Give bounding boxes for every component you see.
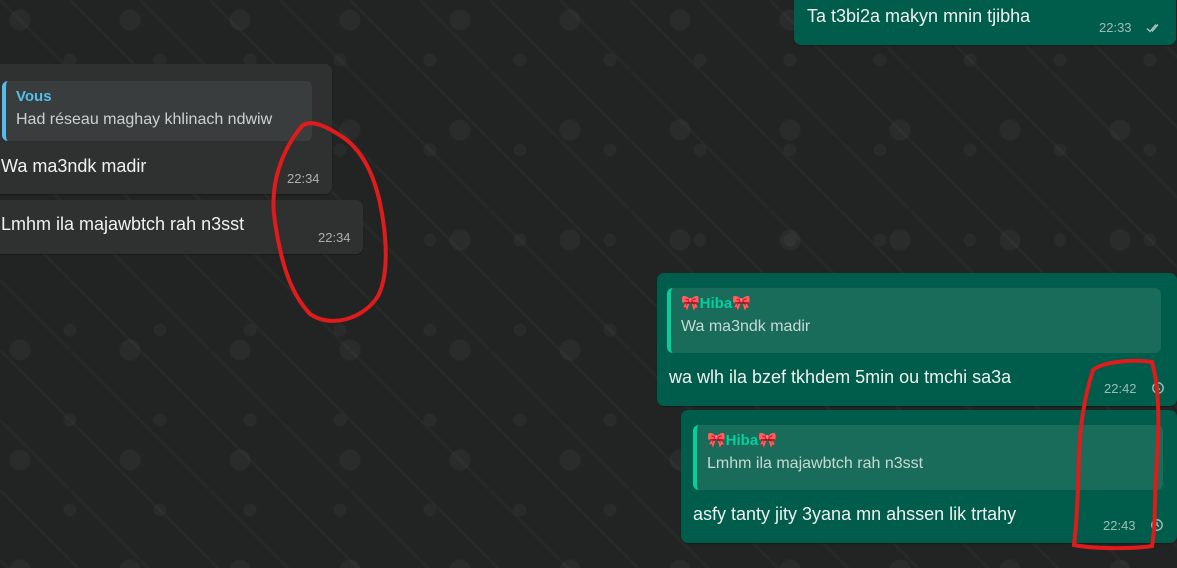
quoted-text: Lmhm ila majawbtch rah n3sst — [707, 455, 924, 472]
quoted-message[interactable]: 🎀Hiba🎀 Lmhm ila majawbtch rah n3sst — [693, 425, 1163, 490]
message-time: 22:34 — [287, 171, 320, 186]
outgoing-message-bubble[interactable]: 🎀Hiba🎀 Lmhm ila majawbtch rah n3sst asfy… — [681, 410, 1177, 543]
message-text: Ta t3bi2a makyn mnin tjibha — [807, 6, 1031, 26]
message-time: 22:34 — [318, 230, 351, 245]
quoted-text: Had réseau maghay khlinach ndwiw — [16, 111, 273, 128]
quoted-text: Wa ma3ndk madir — [681, 318, 811, 335]
message-text: wa wlh ila bzef tkhdem 5min ou tmchi sa3… — [669, 367, 1012, 387]
outgoing-message-bubble[interactable]: Ta t3bi2a makyn mnin tjibha 22:33 — [794, 0, 1176, 45]
message-time: 22:42 — [1104, 381, 1137, 396]
double-check-icon — [1146, 24, 1159, 33]
message-text: asfy tanty jity 3yana mn ahssen lik trta… — [693, 504, 1017, 524]
quoted-author: 🎀Hiba🎀 — [681, 295, 751, 312]
quoted-author: Vous — [16, 88, 52, 105]
message-text: Lmhm ila majawbtch rah n3sst — [1, 214, 245, 234]
quoted-author: 🎀Hiba🎀 — [707, 432, 777, 449]
message-time: 22:33 — [1099, 20, 1132, 35]
message-time: 22:43 — [1103, 518, 1136, 533]
quoted-message[interactable]: Vous Had réseau maghay khlinach ndwiw — [2, 81, 312, 141]
outgoing-message-bubble[interactable]: 🎀Hiba🎀 Wa ma3ndk madir wa wlh ila bzef t… — [657, 273, 1177, 406]
quoted-message[interactable]: 🎀Hiba🎀 Wa ma3ndk madir — [667, 288, 1161, 353]
incoming-message-bubble[interactable]: Lmhm ila majawbtch rah n3sst 22:34 — [0, 200, 363, 254]
clock-pending-icon — [1151, 519, 1163, 531]
clock-pending-icon — [1152, 382, 1164, 394]
message-text: Wa ma3ndk madir — [1, 156, 147, 176]
incoming-message-bubble[interactable]: Vous Had réseau maghay khlinach ndwiw Wa… — [0, 64, 332, 194]
